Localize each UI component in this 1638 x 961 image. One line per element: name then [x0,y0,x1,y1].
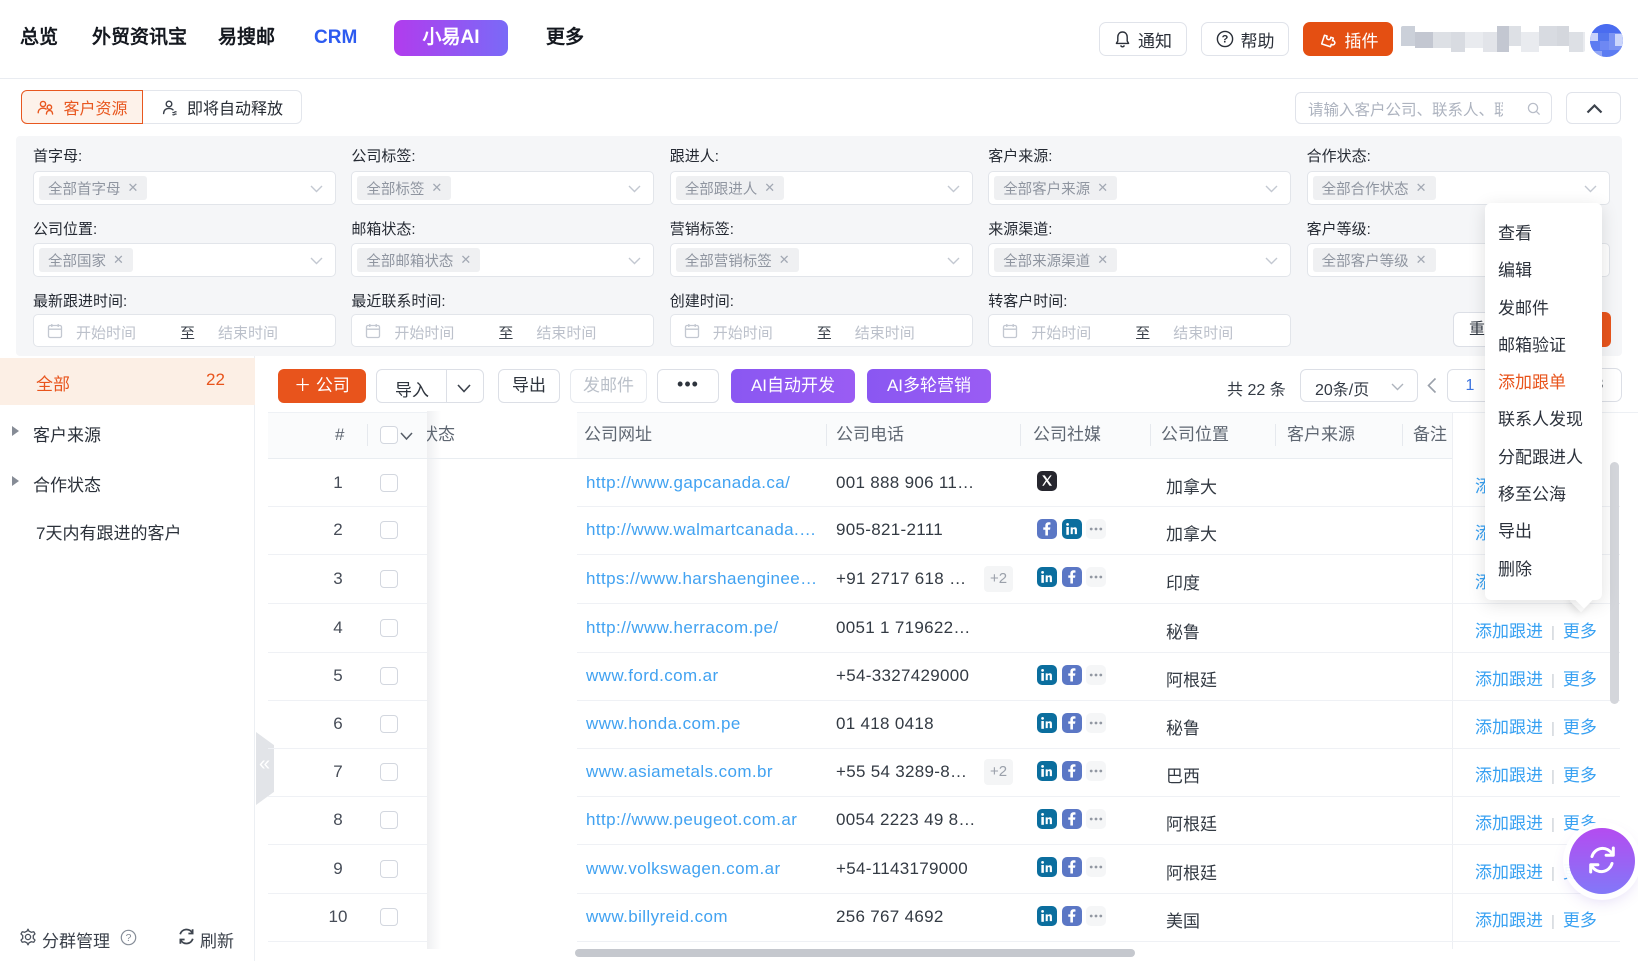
svg-text:?: ? [1221,34,1228,46]
svg-text:?: ? [126,932,132,944]
